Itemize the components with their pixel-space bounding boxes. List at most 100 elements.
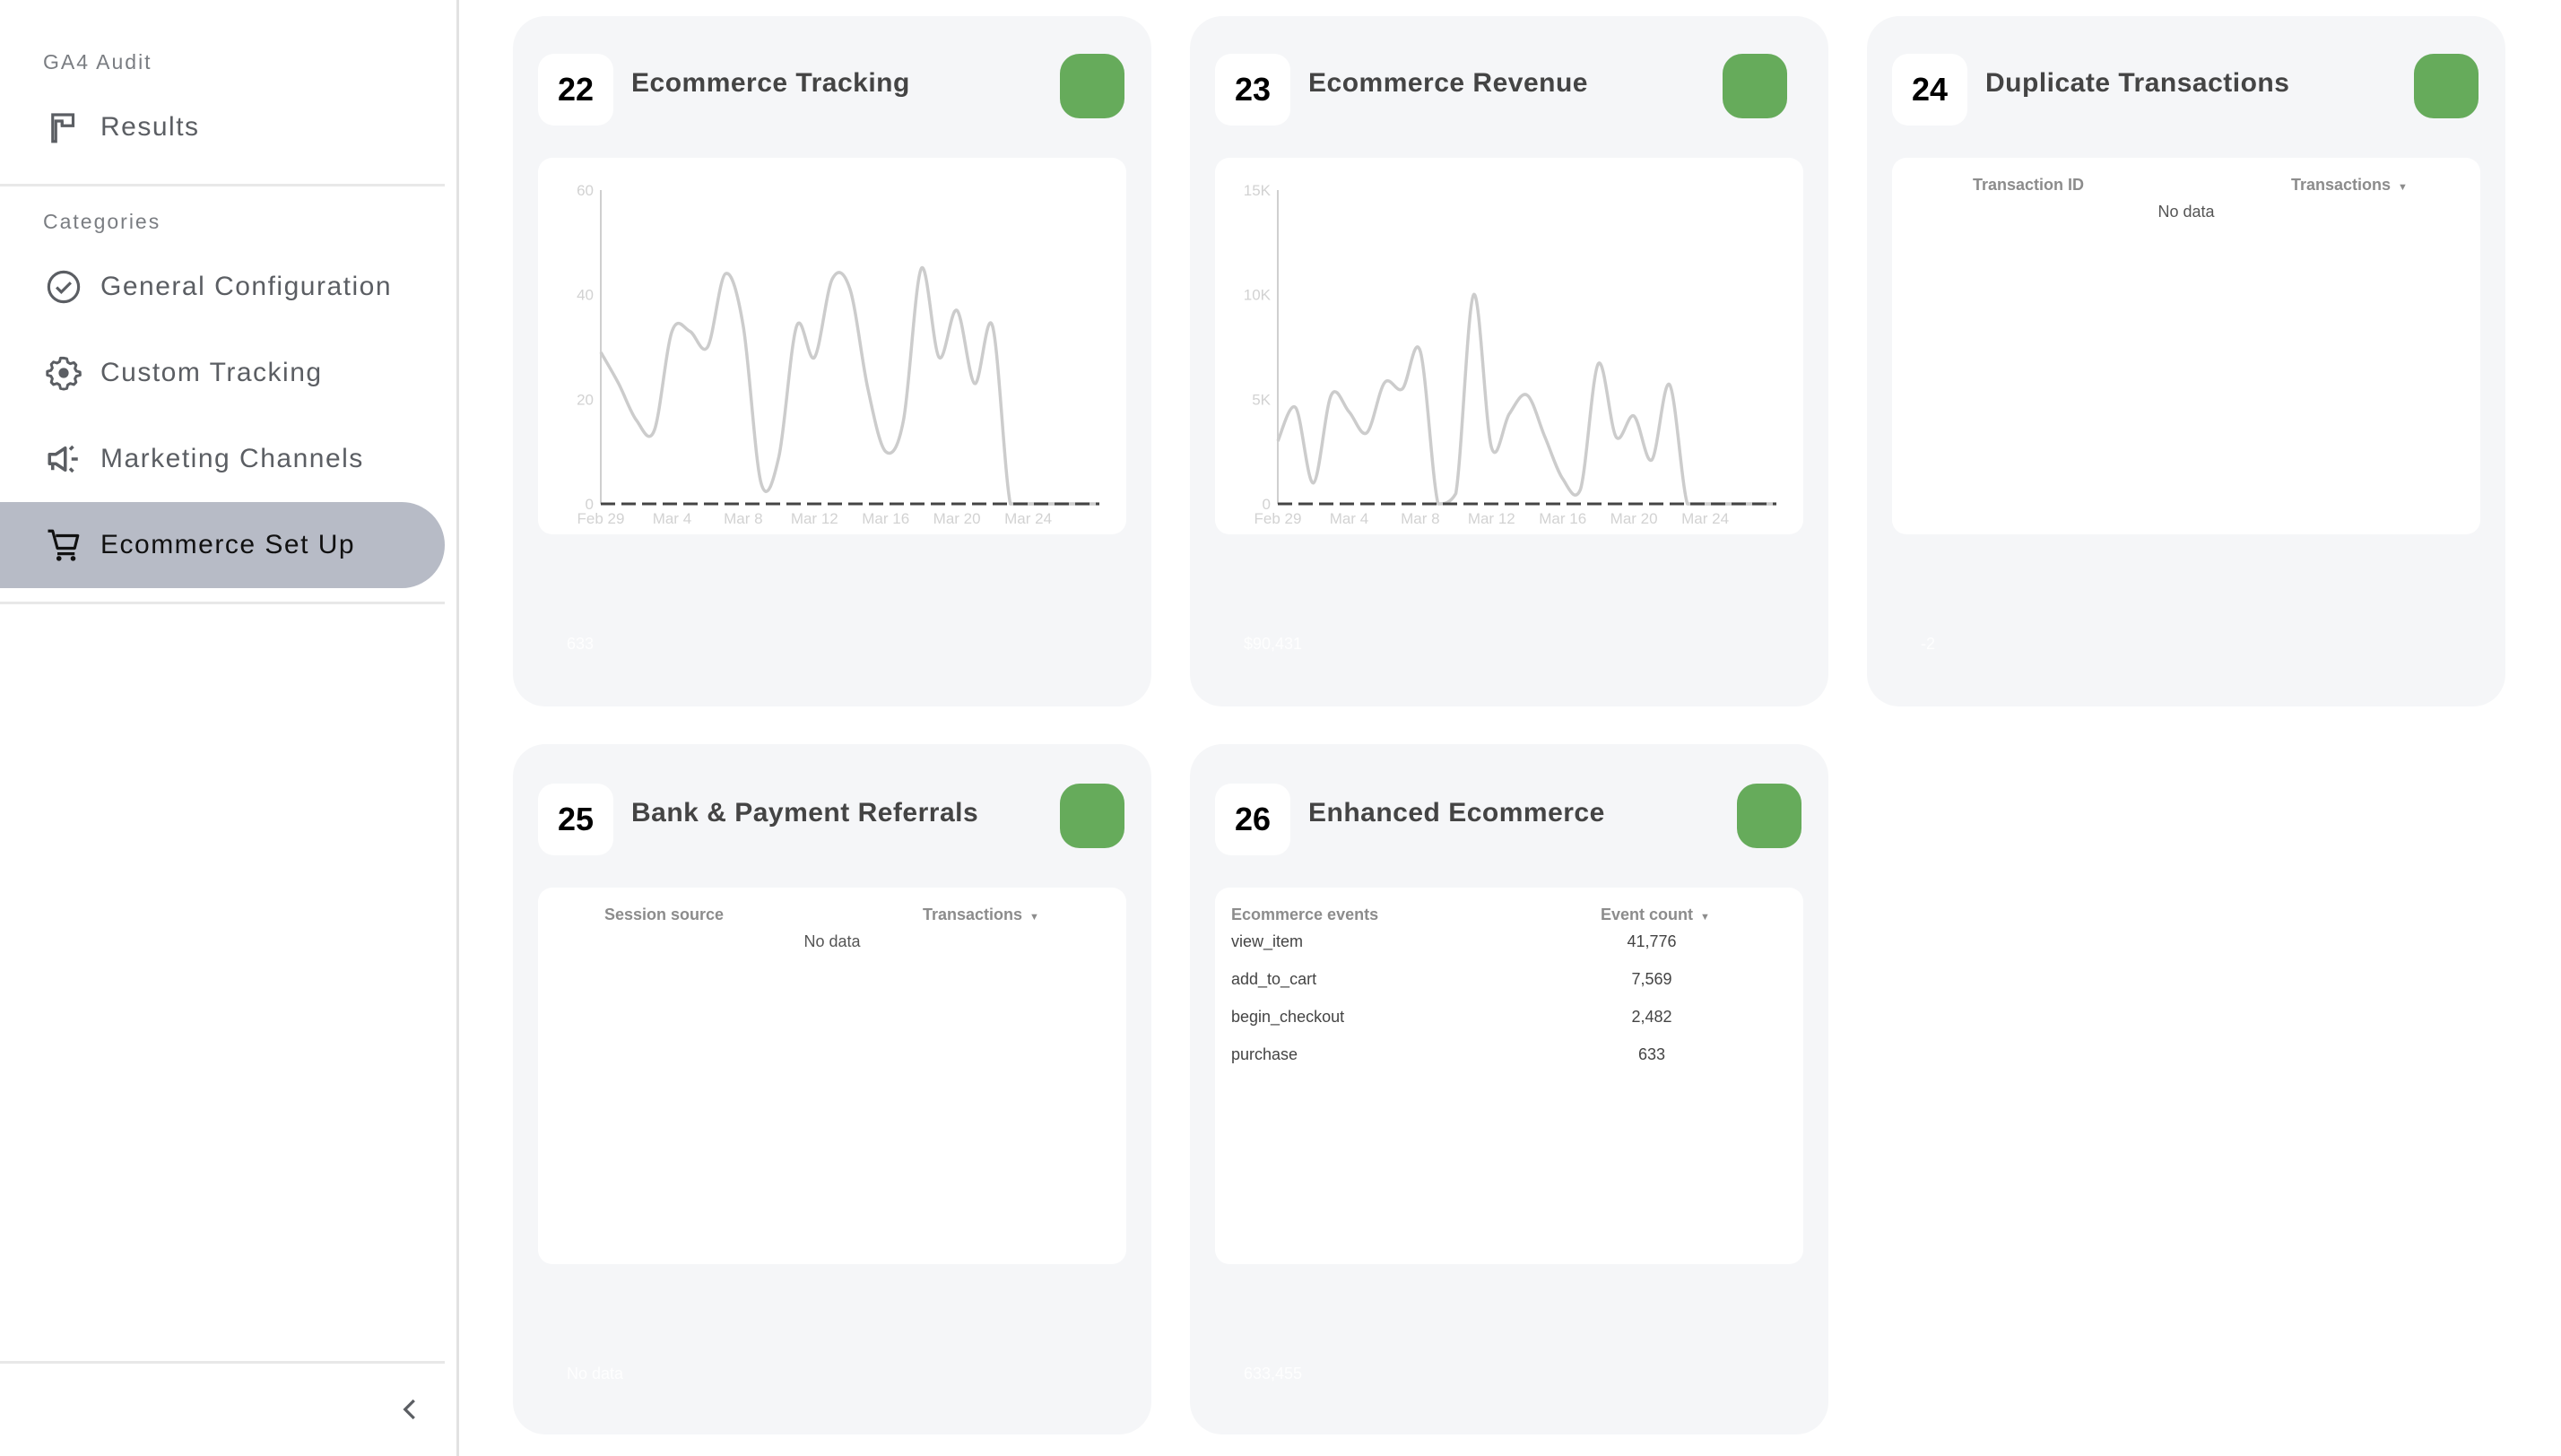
x-tick-label: Mar 12: [1468, 510, 1515, 527]
status-badge[interactable]: [1060, 784, 1124, 848]
status-badge[interactable]: [1060, 54, 1124, 118]
footer-value: 633,455: [1244, 1365, 1303, 1382]
x-tick-label: Mar 20: [933, 510, 981, 527]
data-point: [1667, 382, 1672, 387]
data-point: [829, 276, 835, 282]
card-bank-payment-referrals: 25 Bank & Payment Referrals Session sour…: [513, 744, 1151, 1434]
data-point: [1560, 476, 1566, 481]
data-point: [865, 386, 871, 392]
event-name: add_to_cart: [1231, 970, 1317, 988]
card-title: Ecommerce Tracking: [631, 68, 910, 98]
sidebar-divider: [0, 184, 445, 186]
x-tick-label: Mar 24: [1004, 510, 1052, 527]
x-tick-label: Mar 20: [1610, 510, 1658, 527]
y-tick-label: 5K: [1252, 391, 1271, 408]
data-point: [1400, 386, 1405, 392]
column-header-session-source[interactable]: Session source: [604, 906, 724, 924]
column-header-label: Transactions: [2291, 176, 2392, 194]
data-point: [705, 344, 710, 350]
card-number: 25: [538, 784, 613, 855]
column-header-label: Transaction ID: [1973, 176, 2085, 194]
card-title: Duplicate Transactions: [1985, 68, 2290, 98]
card-number: 22: [538, 54, 613, 126]
data-point: [1506, 412, 1512, 417]
sidebar-item-label: Marketing Channels: [100, 444, 364, 473]
x-tick-label: Feb 29: [577, 510, 625, 527]
line-chart-ecommerce-tracking: 0204060Feb 29 Mar 4 Mar 8 Mar 12 Mar 16 Mar 2…: [577, 182, 1099, 527]
column-header-label: Event count: [1601, 906, 1694, 923]
data-point: [652, 428, 657, 433]
sidebar-divider: [0, 602, 445, 604]
data-point: [1471, 292, 1476, 298]
y-tick-label: 40: [577, 287, 594, 304]
cart-icon: [43, 524, 84, 566]
table-panel: Ecommerce events Event count ▼ view_item …: [1215, 888, 1803, 1264]
data-point: [777, 455, 782, 460]
card-duplicate-transactions: 24 Duplicate Transactions Transaction ID…: [1867, 16, 2505, 706]
data-point: [1008, 501, 1013, 507]
data-point: [1275, 438, 1280, 444]
status-badge[interactable]: [2414, 54, 2479, 118]
data-point: [1364, 430, 1369, 436]
sidebar-item-marketing-channels[interactable]: Marketing Channels: [0, 416, 445, 502]
card-number: 26: [1215, 784, 1290, 855]
data-point: [1542, 434, 1548, 439]
sidebar-item-general-configuration[interactable]: General Configuration: [0, 244, 445, 330]
sort-desc-icon[interactable]: ▼: [1029, 912, 1039, 923]
chart-panel: 0 5K 10K 15K Feb 29 Mar 4 Mar 8 Mar 12 Mar 16 Mar…: [1215, 158, 1803, 534]
card-number: 24: [1892, 54, 1967, 126]
event-count: 2,482: [1631, 1008, 1672, 1026]
data-point: [812, 355, 817, 360]
x-tick-label: Mar 8: [1401, 510, 1439, 527]
sidebar-item-results[interactable]: Results: [0, 84, 445, 170]
event-count: 633: [1637, 1045, 1666, 1063]
data-point: [1489, 445, 1494, 450]
card-enhanced-ecommerce: 26 Enhanced Ecommerce Ecommerce events E…: [1190, 744, 1828, 1434]
sidebar-item-label: General Configuration: [100, 272, 393, 301]
sort-desc-icon[interactable]: ▼: [1700, 912, 1710, 923]
data-point: [687, 329, 692, 334]
x-tick-label: Mar 8: [724, 510, 762, 527]
footer-value: No data: [567, 1365, 624, 1382]
data-point: [1613, 434, 1619, 439]
event-count: 41,776: [1627, 932, 1677, 950]
column-header-transaction-id[interactable]: Transaction ID: [1973, 176, 2084, 195]
card-ecommerce-revenue: 23 Ecommerce Revenue 0 5K 10K 15K Feb 29 Mar …: [1190, 16, 1828, 706]
sidebar: GA4 Audit Results Categories General Con…: [0, 0, 459, 1456]
x-tick-label: Mar 24: [1681, 510, 1729, 527]
column-header-event-count[interactable]: Event count ▼: [1601, 906, 1710, 924]
sidebar-footer-divider: [0, 1361, 445, 1364]
data-point: [1685, 501, 1690, 507]
data-point: [616, 381, 621, 386]
no-data-message: No data: [2157, 203, 2215, 221]
no-data-message: No data: [803, 932, 861, 950]
sort-desc-icon[interactable]: ▼: [2398, 182, 2408, 193]
status-badge[interactable]: [1723, 54, 1787, 118]
event-name: begin_checkout: [1231, 1008, 1345, 1026]
status-badge[interactable]: [1737, 784, 1801, 848]
sidebar-item-label: Custom Tracking: [100, 358, 323, 387]
data-point: [954, 308, 959, 313]
chevron-left-icon: [403, 1399, 415, 1420]
data-point: [1524, 393, 1530, 398]
column-header-label: Session source: [604, 906, 725, 923]
column-header-ecommerce-events[interactable]: Ecommerce events: [1231, 906, 1378, 924]
data-point: [918, 266, 924, 272]
data-point: [1311, 481, 1316, 486]
collapse-sidebar-button[interactable]: [393, 1391, 429, 1427]
data-point: [883, 449, 889, 455]
x-tick-label: Mar 16: [1539, 510, 1586, 527]
column-header-transactions[interactable]: Transactions ▼: [923, 906, 1039, 924]
sidebar-item-label: Results: [100, 112, 200, 142]
card-ecommerce-tracking: 22 Ecommerce Tracking 0 20 40 60 Feb 29 Mar 4…: [513, 16, 1151, 706]
column-header-transactions[interactable]: Transactions ▼: [2291, 176, 2408, 195]
card-number: 23: [1215, 54, 1290, 126]
footer-value: -2: [1921, 635, 1936, 653]
sidebar-item-custom-tracking[interactable]: Custom Tracking: [0, 330, 445, 416]
table-panel: Session source Transactions ▼ No data: [538, 888, 1126, 1264]
data-point: [1595, 361, 1601, 367]
data-point: [901, 418, 907, 423]
sidebar-item-ecommerce-set-up[interactable]: Ecommerce Set Up: [0, 502, 445, 588]
series-line: [1276, 292, 1776, 506]
data-point: [669, 329, 674, 334]
